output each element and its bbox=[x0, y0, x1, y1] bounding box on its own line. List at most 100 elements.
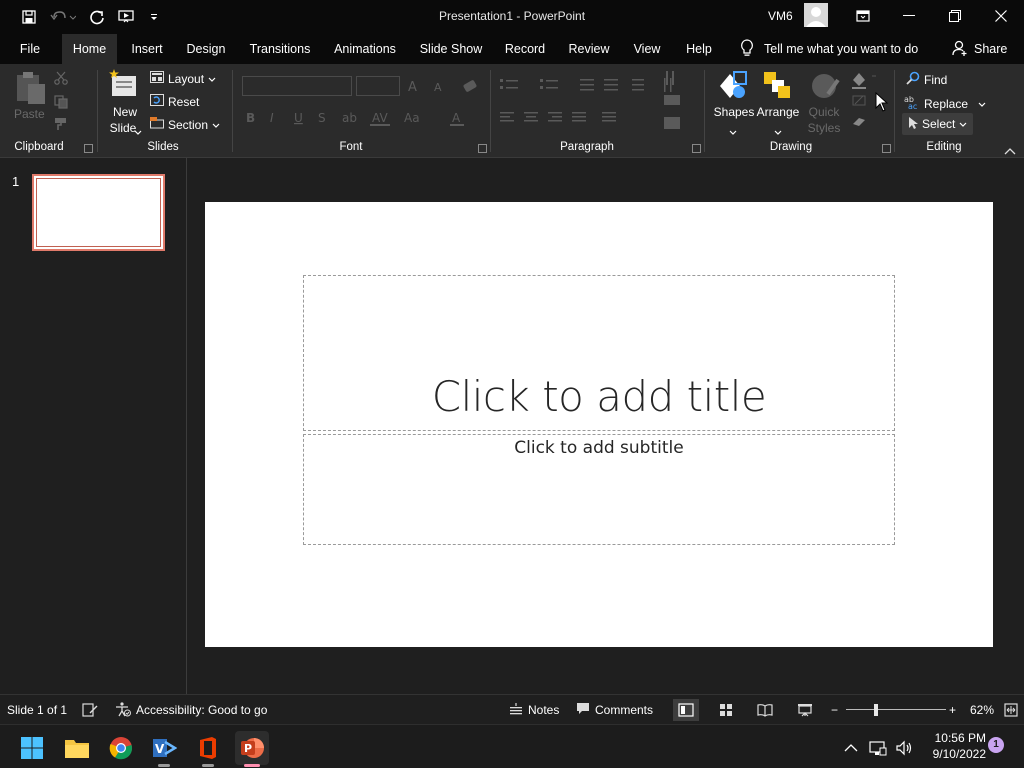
slide-canvas[interactable]: Click to add title Click to add subtitle bbox=[205, 202, 993, 647]
new-slide-label-1[interactable]: New bbox=[104, 105, 146, 120]
user-name[interactable]: VM6 bbox=[768, 9, 793, 23]
alignment-icons[interactable] bbox=[498, 110, 628, 129]
shapes-icon[interactable] bbox=[716, 70, 750, 105]
normal-view-button[interactable] bbox=[673, 699, 699, 721]
paragraph-launcher-icon[interactable] bbox=[692, 144, 701, 153]
restore-icon[interactable] bbox=[932, 0, 978, 32]
ribbon-display-options-icon[interactable] bbox=[840, 0, 886, 32]
redo-icon[interactable] bbox=[86, 6, 108, 28]
quick-styles-icon[interactable] bbox=[810, 70, 840, 105]
file-explorer-icon[interactable] bbox=[60, 731, 94, 765]
text-direction-icons[interactable] bbox=[662, 69, 682, 136]
subtitle-placeholder[interactable]: Click to add subtitle bbox=[303, 434, 895, 545]
tell-me-box[interactable]: Tell me what you want to do bbox=[740, 34, 918, 64]
tab-slide-show[interactable]: Slide Show bbox=[416, 34, 486, 64]
copy-icon[interactable] bbox=[54, 95, 68, 112]
tab-design[interactable]: Design bbox=[182, 34, 230, 64]
clipboard-launcher-icon[interactable] bbox=[84, 144, 93, 153]
chevron-down-icon[interactable] bbox=[134, 125, 142, 139]
slides-group-label: Slides bbox=[147, 141, 179, 153]
paste-icon[interactable] bbox=[14, 70, 48, 109]
format-painter-icon[interactable] bbox=[54, 117, 70, 134]
chevron-down-icon bbox=[959, 117, 967, 131]
chevron-down-icon[interactable] bbox=[774, 125, 782, 139]
share-button[interactable]: Share bbox=[952, 34, 1007, 64]
find-button[interactable]: Find bbox=[906, 71, 947, 88]
font-size-combo[interactable] bbox=[356, 76, 400, 96]
chevron-down-icon bbox=[978, 97, 986, 111]
slide-thumbnail[interactable] bbox=[32, 174, 165, 251]
chevron-up-icon[interactable] bbox=[836, 731, 866, 765]
volume-icon[interactable] bbox=[890, 731, 918, 765]
clock-date[interactable]: 9/10/2022 bbox=[924, 747, 986, 761]
zoom-in-button[interactable]: + bbox=[949, 695, 956, 725]
start-from-beginning-icon[interactable] bbox=[116, 6, 138, 28]
zoom-level[interactable]: 62% bbox=[970, 695, 994, 725]
avatar[interactable] bbox=[804, 3, 828, 27]
tab-record[interactable]: Record bbox=[500, 34, 550, 64]
tab-home[interactable]: Home bbox=[62, 34, 117, 64]
section-button[interactable]: Section bbox=[150, 117, 220, 132]
quick-styles-label-2: Styles bbox=[807, 121, 841, 135]
vscode-icon[interactable]: V bbox=[147, 731, 181, 767]
replace-label: Replace bbox=[924, 96, 969, 111]
layout-button[interactable]: Layout bbox=[150, 71, 216, 86]
accessibility-status[interactable]: Accessibility: Good to go bbox=[115, 695, 267, 725]
list-indent-icons[interactable] bbox=[498, 76, 678, 97]
tab-file[interactable]: File bbox=[14, 34, 46, 64]
notes-button[interactable]: Notes bbox=[509, 695, 559, 725]
font-size-controls-icon[interactable]: AA bbox=[406, 78, 480, 97]
tab-review[interactable]: Review bbox=[564, 34, 614, 64]
title-placeholder-text: Click to add title bbox=[431, 372, 767, 421]
font-launcher-icon[interactable] bbox=[478, 144, 487, 153]
reset-button[interactable]: Reset bbox=[150, 94, 199, 109]
spell-check-icon[interactable] bbox=[82, 695, 98, 725]
new-slide-icon[interactable] bbox=[108, 68, 140, 103]
font-name-combo[interactable] bbox=[242, 76, 352, 96]
comments-button[interactable]: Comments bbox=[576, 695, 653, 725]
zoom-slider-thumb[interactable] bbox=[874, 704, 878, 716]
collapse-ribbon-icon[interactable] bbox=[1004, 144, 1016, 158]
chrome-icon[interactable] bbox=[104, 731, 138, 765]
zoom-out-button[interactable]: − bbox=[831, 695, 838, 725]
slide-show-view-button[interactable] bbox=[792, 699, 818, 721]
powerpoint-taskbar-icon[interactable]: P bbox=[235, 731, 269, 767]
tab-transitions[interactable]: Transitions bbox=[246, 34, 314, 64]
office-icon[interactable] bbox=[191, 731, 225, 767]
title-placeholder[interactable]: Click to add title bbox=[303, 275, 895, 431]
close-icon[interactable] bbox=[978, 0, 1024, 32]
slide-sorter-view-button[interactable] bbox=[713, 699, 739, 721]
select-button[interactable]: Select bbox=[902, 113, 974, 135]
customize-toolbar-icon[interactable] bbox=[146, 6, 162, 28]
svg-text:ac: ac bbox=[908, 102, 917, 110]
svg-text:P: P bbox=[244, 742, 252, 755]
notification-badge[interactable]: 1 bbox=[988, 737, 1004, 753]
fit-to-window-icon[interactable] bbox=[1004, 695, 1018, 725]
drawing-launcher-icon[interactable] bbox=[882, 144, 891, 153]
network-icon[interactable] bbox=[864, 731, 892, 765]
svg-text:ab: ab bbox=[342, 111, 357, 125]
font-format-icons[interactable]: B I U Sab AV Aa A bbox=[244, 108, 474, 131]
slide-count[interactable]: Slide 1 of 1 bbox=[7, 695, 67, 725]
arrange-label[interactable]: Arrange bbox=[755, 105, 801, 120]
active-indicator bbox=[244, 764, 260, 767]
clock-time[interactable]: 10:56 PM bbox=[928, 731, 986, 745]
save-icon[interactable] bbox=[18, 6, 40, 28]
replace-button[interactable]: ab ac Replace bbox=[904, 94, 986, 113]
shapes-label[interactable]: Shapes bbox=[712, 105, 756, 120]
editing-group-label: Editing bbox=[926, 141, 962, 153]
reading-view-button[interactable] bbox=[752, 699, 778, 721]
tab-help[interactable]: Help bbox=[680, 34, 718, 64]
zoom-slider-track[interactable] bbox=[846, 709, 946, 710]
tab-animations[interactable]: Animations bbox=[330, 34, 400, 64]
find-label: Find bbox=[924, 72, 948, 87]
tab-view[interactable]: View bbox=[628, 34, 666, 64]
chevron-down-icon[interactable] bbox=[729, 125, 737, 139]
minimize-icon[interactable] bbox=[886, 0, 932, 32]
cut-icon[interactable] bbox=[54, 71, 68, 88]
windows-start-icon[interactable] bbox=[15, 731, 49, 765]
tab-insert[interactable]: Insert bbox=[126, 34, 168, 64]
undo-icon[interactable] bbox=[48, 6, 78, 28]
arrange-icon[interactable] bbox=[762, 70, 792, 103]
section-label: Section bbox=[168, 117, 209, 132]
